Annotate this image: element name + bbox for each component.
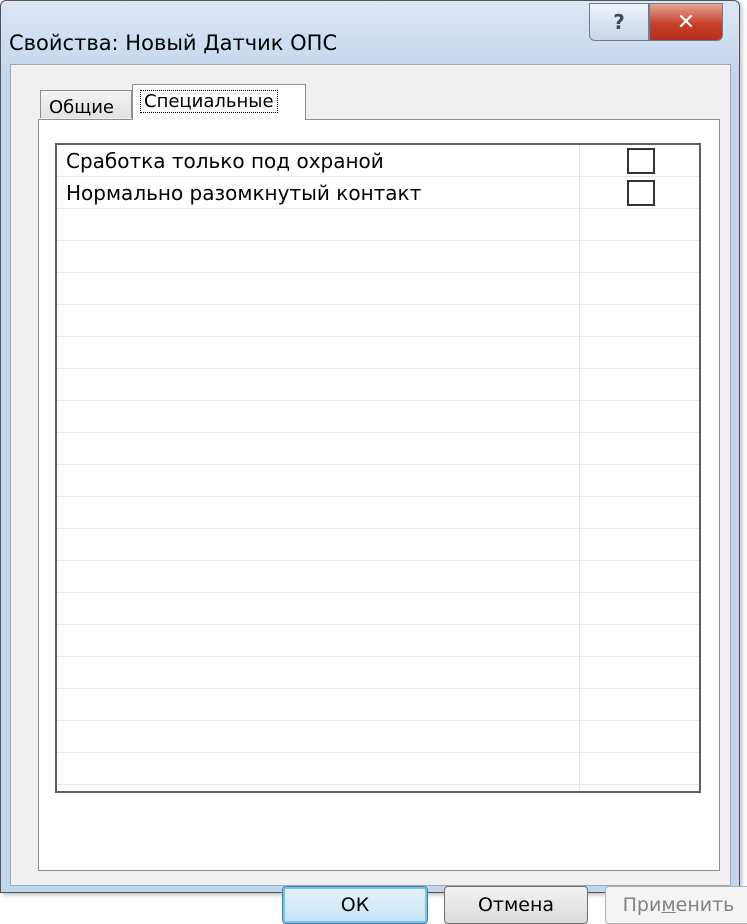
- property-row[interactable]: Нормально разомкнутый контакт: [57, 177, 699, 209]
- close-icon: ✕: [676, 9, 696, 35]
- tab-special[interactable]: Специальные: [132, 84, 306, 120]
- ok-button-label: ОК: [340, 894, 370, 916]
- properties-dialog: Свойства: Новый Датчик ОПС ? ✕ Общие Спе…: [0, 0, 747, 924]
- cancel-button[interactable]: Отмена: [444, 886, 588, 924]
- empty-row: [57, 497, 699, 529]
- empty-row: [57, 529, 699, 561]
- help-icon: ?: [613, 10, 625, 34]
- dialog-client-area: Общие Специальные Сработка только под ох…: [10, 64, 747, 924]
- empty-row: [57, 657, 699, 689]
- tab-special-label: Специальные: [140, 90, 278, 113]
- empty-row: [57, 593, 699, 625]
- empty-row: [57, 753, 699, 785]
- armed-only-checkbox[interactable]: [627, 148, 655, 174]
- normally-open-checkbox[interactable]: [627, 180, 655, 206]
- tab-panel-special: Сработка только под охраной Нормально ра…: [38, 119, 747, 924]
- property-grid: Сработка только под охраной Нормально ра…: [55, 143, 701, 793]
- empty-row: [57, 465, 699, 497]
- help-button[interactable]: ?: [589, 3, 649, 41]
- empty-row: [57, 241, 699, 273]
- empty-row: [57, 561, 699, 593]
- tab-general[interactable]: Общие: [40, 90, 132, 118]
- cancel-button-label: Отмена: [477, 894, 555, 916]
- empty-row: [57, 401, 699, 433]
- title-bar[interactable]: Свойства: Новый Датчик ОПС ? ✕: [1, 1, 739, 65]
- empty-row: [57, 369, 699, 401]
- empty-row: [57, 209, 699, 241]
- property-label: Сработка только под охраной: [66, 149, 384, 173]
- ok-button[interactable]: ОК: [282, 886, 428, 924]
- empty-row: [57, 433, 699, 465]
- empty-row: [57, 305, 699, 337]
- empty-row: [57, 721, 699, 753]
- empty-row: [57, 273, 699, 305]
- empty-row: [57, 625, 699, 657]
- tab-general-label: Общие: [49, 97, 114, 118]
- property-row[interactable]: Сработка только под охраной: [57, 145, 699, 177]
- empty-row: [57, 337, 699, 369]
- apply-button[interactable]: Применить: [605, 886, 747, 924]
- property-label: Нормально разомкнутый контакт: [66, 181, 422, 205]
- window-title: Свойства: Новый Датчик ОПС: [9, 31, 338, 55]
- empty-row: [57, 689, 699, 721]
- close-button[interactable]: ✕: [649, 3, 723, 41]
- apply-button-label: Применить: [622, 894, 735, 916]
